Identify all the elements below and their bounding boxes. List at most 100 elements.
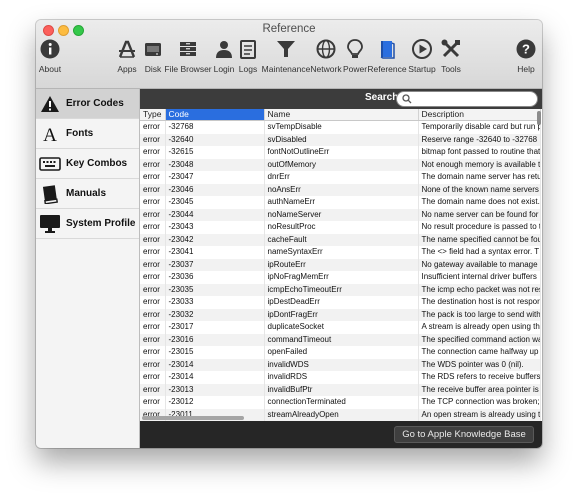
- cell-name: ipNoFragMemErr: [264, 271, 419, 284]
- cell-type: error: [140, 233, 166, 246]
- table-row[interactable]: error -23012 connectionTerminated The TCP c…: [140, 396, 541, 409]
- toolbar-logs-button[interactable]: Logs: [237, 36, 259, 86]
- toolbar-startup-button[interactable]: Startup: [408, 36, 436, 86]
- cell-type: error: [140, 308, 166, 321]
- table-row[interactable]: error -23017 duplicateSocket A stream is al…: [140, 321, 541, 334]
- search-bar: Search: [140, 89, 542, 109]
- column-header-name[interactable]: Name: [264, 109, 419, 121]
- network-icon: [316, 39, 336, 59]
- cell-name: cacheFault: [264, 233, 419, 246]
- column-header-code[interactable]: Code: [165, 109, 265, 121]
- table-row[interactable]: error -23045 authNameErr The domain name do…: [140, 196, 541, 209]
- manuals-icon: [39, 183, 61, 205]
- cell-code: -23047: [165, 171, 265, 184]
- cell-name: ipDontFragErr: [264, 308, 419, 321]
- cell-type: error: [140, 146, 166, 159]
- table-row[interactable]: error -23016 commandTimeout The specified c…: [140, 333, 541, 346]
- knowledge-base-button[interactable]: Go to Apple Knowledge Base: [394, 426, 534, 443]
- search-input[interactable]: [413, 92, 533, 106]
- table-row[interactable]: error -23036 ipNoFragMemErr Insufficient in…: [140, 271, 541, 284]
- svg-text:A: A: [43, 125, 57, 144]
- toolbar-network-button[interactable]: Network: [310, 36, 342, 86]
- cell-code: -23036: [165, 271, 265, 284]
- table-row[interactable]: error -23043 noResultProc No result procedu…: [140, 221, 541, 234]
- cell-name: noResultProc: [264, 221, 419, 234]
- cell-code: -23048: [165, 158, 265, 171]
- sidebar-item-fonts[interactable]: A Fonts: [36, 119, 139, 149]
- table-row[interactable]: error -23013 invalidBufPtr The receive buff…: [140, 383, 541, 396]
- sidebar-item-key-combos[interactable]: Key Combos: [36, 149, 139, 179]
- cell-type: error: [140, 171, 166, 184]
- table-row[interactable]: error -23042 cacheFault The name specified …: [140, 233, 541, 246]
- table-row[interactable]: error -32640 svDisabled Reserve range -3264…: [140, 133, 541, 146]
- cell-description: The domain name server has retu: [418, 171, 541, 184]
- table-row[interactable]: error -23048 outOfMemory Not enough memory …: [140, 158, 541, 171]
- cell-description: An open stream is already using tl: [418, 408, 541, 421]
- cell-code: -23043: [165, 221, 265, 234]
- file-browser-icon: [180, 42, 196, 56]
- sidebar-item-manuals[interactable]: Manuals: [36, 179, 139, 209]
- table-row[interactable]: error -23032 ipDontFragErr The pack is too …: [140, 308, 541, 321]
- cell-description: The specified command action wa: [418, 333, 541, 346]
- column-header-description[interactable]: Description: [418, 109, 541, 121]
- toolbar-power-button[interactable]: Power: [343, 36, 367, 86]
- toolbar-about-button[interactable]: About: [38, 36, 62, 86]
- monitor-icon: [39, 213, 61, 235]
- toolbar-login-button[interactable]: Login: [212, 36, 236, 86]
- table-row[interactable]: error -32768 svTempDisable Temporarily disa…: [140, 120, 541, 134]
- toolbar-apps-button[interactable]: Apps: [115, 36, 139, 86]
- table-row[interactable]: error -23044 noNameServer No name server ca…: [140, 208, 541, 221]
- toolbar-disk-button[interactable]: Disk: [142, 36, 164, 86]
- toolbar-tools-button[interactable]: Tools: [439, 36, 463, 86]
- cell-type: error: [140, 283, 166, 296]
- cell-code: -23014: [165, 358, 265, 371]
- cell-description: The name specified cannot be fou: [418, 233, 541, 246]
- cell-description: None of the known name servers: [418, 183, 541, 196]
- table-row[interactable]: error -23046 noAnsErr None of the known nam…: [140, 183, 541, 196]
- cell-type: error: [140, 158, 166, 171]
- toolbar-reference-button[interactable]: Reference: [367, 36, 407, 86]
- cell-code: -23017: [165, 321, 265, 334]
- reference-window: Reference About Apps Disk File Browser L…: [36, 20, 542, 448]
- cell-description: The TCP connection was broken;: [418, 396, 541, 409]
- table-row[interactable]: error -23015 openFailed The connection came…: [140, 346, 541, 359]
- cell-name: icmpEchoTimeoutErr: [264, 283, 419, 296]
- table-row[interactable]: error -23037 ipRouteErr No gateway availabl…: [140, 258, 541, 271]
- cell-code: -32768: [165, 120, 265, 134]
- cell-type: error: [140, 296, 166, 309]
- toolbar: Reference About Apps Disk File Browser L…: [36, 20, 542, 89]
- cell-name: noNameServer: [264, 208, 419, 221]
- sidebar-item-system-profile[interactable]: System Profile: [36, 209, 139, 239]
- horizontal-scrollbar[interactable]: [142, 416, 244, 420]
- vertical-scrollbar[interactable]: [537, 111, 541, 125]
- search-field[interactable]: [396, 91, 538, 107]
- cell-description: Insufficient internal driver buffers: [418, 271, 541, 284]
- table-row[interactable]: error -23014 invalidWDS The WDS pointer was…: [140, 358, 541, 371]
- cell-name: svDisabled: [264, 133, 419, 146]
- table-row[interactable]: error -23041 nameSyntaxErr The <> field had…: [140, 246, 541, 259]
- table-row[interactable]: error -23047 dnrErr The domain name server …: [140, 171, 541, 184]
- toolbar-maintenance-button[interactable]: Maintenance: [262, 36, 310, 86]
- column-header-type[interactable]: Type: [140, 109, 166, 121]
- cell-code: -23035: [165, 283, 265, 296]
- table-row[interactable]: error -23035 icmpEchoTimeoutErr The icmp ec…: [140, 283, 541, 296]
- sidebar-item-error-codes[interactable]: Error Codes: [36, 89, 139, 119]
- cell-name: authNameErr: [264, 196, 419, 209]
- table-row[interactable]: error -23014 invalidRDS The RDS refers to r…: [140, 371, 541, 384]
- cell-name: duplicateSocket: [264, 321, 419, 334]
- table-row[interactable]: error -23033 ipDestDeadErr The destination …: [140, 296, 541, 309]
- cell-code: -23013: [165, 383, 265, 396]
- cell-type: error: [140, 383, 166, 396]
- toolbar-help-button[interactable]: ? Help: [514, 36, 538, 86]
- cell-code: -23033: [165, 296, 265, 309]
- cell-name: invalidWDS: [264, 358, 419, 371]
- startup-icon: [412, 39, 432, 59]
- maintenance-icon: [277, 41, 295, 57]
- cell-code: -23016: [165, 333, 265, 346]
- table-row[interactable]: error -32615 fontNotOutlineErr bitmap font …: [140, 146, 541, 159]
- cell-code: -32615: [165, 146, 265, 159]
- toolbar-file-browser-button[interactable]: File Browser: [164, 36, 212, 86]
- cell-type: error: [140, 183, 166, 196]
- cell-description: The receive buffer area pointer is: [418, 383, 541, 396]
- cell-description: The WDS pointer was 0 (nil).: [418, 358, 541, 371]
